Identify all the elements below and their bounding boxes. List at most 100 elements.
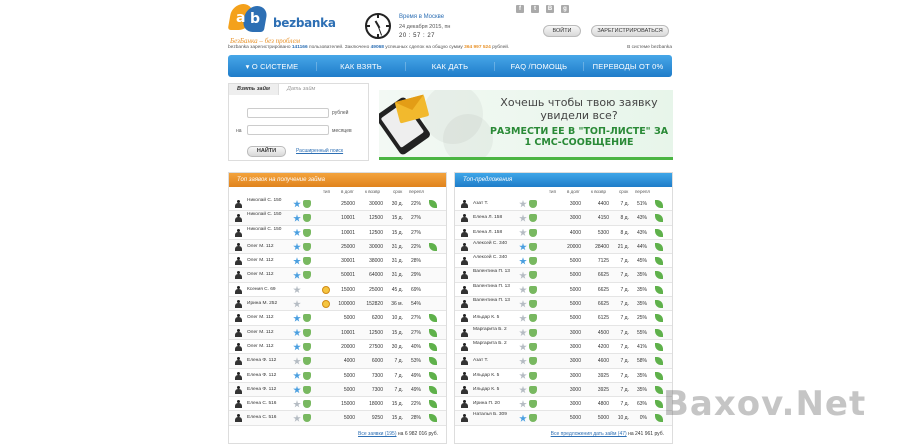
user-name[interactable]: Маргарита Б. 2 <box>473 341 517 347</box>
facebook-icon[interactable]: f <box>516 5 524 13</box>
panel-title: Топ-предложения <box>455 173 672 187</box>
table-row[interactable]: Елена С. 516 15000 18000 15 д. 22% <box>229 397 446 412</box>
google-plus-icon[interactable]: g <box>561 5 569 13</box>
nav-about[interactable]: ▾ О СИСТЕМЕ <box>228 61 317 71</box>
table-row[interactable]: Елена Л. 158 4000 5300 8 д. 43% <box>455 226 672 240</box>
avatar <box>461 357 468 366</box>
table-footer: Все предложения дать займ (47) на 241 96… <box>551 431 664 437</box>
user-name[interactable]: Олег М. 112 <box>247 272 291 278</box>
user-name[interactable]: Ксения С. 69 <box>247 287 291 293</box>
table-row[interactable]: Елена Л. 158 3000 4150 8 д. 43% <box>455 211 672 226</box>
overpay-percent: 29% <box>410 272 421 279</box>
user-name[interactable]: Елена Л. 158 <box>473 215 517 221</box>
table-row[interactable]: Азат Т. 3000 4400 7 д. 51% <box>455 197 672 212</box>
user-name[interactable]: Елена Л. 158 <box>473 230 517 236</box>
table-row[interactable]: Олег М. 112 30001 38000 31 д. 28% <box>229 254 446 269</box>
table-row[interactable]: Маргарита Б. 2 3000 4200 7 д. 41% <box>455 340 672 355</box>
table-row[interactable]: Валентина П. 13 5000 6625 7 д. 35% <box>455 268 672 283</box>
loan-term: 7 д. <box>394 358 403 365</box>
tab-give-loan[interactable]: Дать займ <box>279 84 323 95</box>
amount-return: 7300 <box>371 372 383 379</box>
user-name[interactable]: Алексей С. 340 <box>473 241 517 247</box>
register-button[interactable]: ЗАРЕГИСТРИРОВАТЬСЯ <box>591 25 669 37</box>
user-name[interactable]: Наталья Б. 309 <box>473 412 517 418</box>
user-name[interactable]: Елена Ф. 112 <box>247 358 291 364</box>
table-row[interactable]: Ирина П. 20 3000 4800 7 д. 63% <box>455 397 672 412</box>
table-row[interactable]: Ильдар К. 5 5000 6125 7 д. 25% <box>455 311 672 326</box>
table-row[interactable]: Маргарита Б. 2 3000 4500 7 д. 55% <box>455 325 672 340</box>
overpay-percent: 51% <box>636 201 647 207</box>
login-button[interactable]: ВОЙТИ <box>543 25 581 37</box>
table-row[interactable]: Олег М. 112 10001 12500 15 д. 27% <box>229 325 446 340</box>
table-row[interactable]: Николай С. 150 25000 30000 30 д. 22% <box>229 197 446 212</box>
user-name[interactable]: Ильдар К. 5 <box>473 373 517 379</box>
user-name[interactable]: Олег М. 112 <box>247 344 291 350</box>
table-body: Николай С. 150 25000 30000 30 д. 22% Николай … <box>229 197 446 426</box>
all-offers-link[interactable]: Все предложения дать займ (47) <box>551 431 627 437</box>
user-name[interactable]: Ирина П. 20 <box>473 401 517 407</box>
find-button[interactable]: НАЙТИ <box>247 146 286 157</box>
table-row[interactable]: Валентина П. 13 5000 6625 7 д. 35% <box>455 283 672 298</box>
loan-term: 15 д. <box>391 401 403 408</box>
user-name[interactable]: Елена С. 516 <box>247 415 291 421</box>
user-name[interactable]: Елена С. 516 <box>247 401 291 407</box>
vkontakte-icon[interactable]: B <box>546 5 554 13</box>
user-name[interactable]: Валентина П. 13 <box>473 269 517 275</box>
user-name[interactable]: Маргарита Б. 2 <box>473 327 517 333</box>
verified-shield-icon <box>529 300 537 309</box>
table-row[interactable]: Наталья Б. 309 5000 5000 10 д. 0% <box>455 411 672 426</box>
nav-how-to-borrow[interactable]: КАК ВЗЯТЬ <box>317 61 406 71</box>
table-row[interactable]: Алексей С. 340 5000 7125 7 д. 45% <box>455 254 672 269</box>
table-row[interactable]: Азат Т. 3000 4600 7 д. 58% <box>455 354 672 369</box>
user-name[interactable]: Ильдар К. 5 <box>473 387 517 393</box>
table-row[interactable]: Николай С. 150 10001 12500 15 д. 27% <box>229 211 446 226</box>
user-name[interactable]: Олег М. 112 <box>247 258 291 264</box>
table-row[interactable]: Олег М. 112 20000 27500 30 д. 40% <box>229 340 446 355</box>
user-name[interactable]: Олег М. 112 <box>247 244 291 250</box>
table-row[interactable]: Николай С. 150 10001 12500 15 д. 27% <box>229 226 446 240</box>
table-row[interactable]: Елена С. 516 5000 9250 15 д. 28% <box>229 411 446 426</box>
amount-input[interactable] <box>247 108 329 118</box>
amount-return: 30000 <box>369 201 383 207</box>
user-name[interactable]: Николай С. 150 <box>247 227 291 233</box>
table-row[interactable]: Елена Ф. 112 5000 7300 7 д. 49% <box>229 369 446 383</box>
nav-faq[interactable]: FAQ /ПОМОЩЬ <box>495 61 584 71</box>
promo-banner[interactable]: Хочешь чтобы твою заявку увидели все? Ра… <box>379 90 673 160</box>
table-row[interactable]: Ильдар К. 5 3000 3925 7 д. 35% <box>455 369 672 383</box>
user-name[interactable]: Валентина П. 13 <box>473 298 517 304</box>
table-row[interactable]: Олег М. 112 5000 6200 10 д. 27% <box>229 311 446 326</box>
user-name[interactable]: Олег М. 112 <box>247 330 291 336</box>
user-name[interactable]: Ильдар К. 5 <box>473 315 517 321</box>
nav-transfers[interactable]: ПЕРЕВОДЫ ОТ 0% <box>584 62 672 71</box>
stats-users-count: 141166 <box>291 45 308 50</box>
table-row[interactable]: Олег М. 112 25000 30000 31 д. 22% <box>229 239 446 255</box>
user-name[interactable]: Олег М. 112 <box>247 315 291 321</box>
user-name[interactable]: Алексей С. 340 <box>473 255 517 261</box>
amount-return: 30000 <box>369 243 383 250</box>
table-row[interactable]: Елена Ф. 112 5000 7300 7 д. 49% <box>229 382 446 398</box>
user-name[interactable]: Азат Т. <box>473 358 517 364</box>
table-row[interactable]: Валентина П. 13 5000 6625 7 д. 35% <box>455 297 672 312</box>
user-name[interactable]: Николай С. 150 <box>247 212 291 218</box>
table-row[interactable]: Ксения С. 69 15000 25000 45 д. 69% <box>229 283 446 298</box>
user-name[interactable]: Елена Ф. 112 <box>247 373 291 379</box>
avatar <box>461 300 468 309</box>
table-row[interactable]: Олег М. 112 50001 64000 31 д. 29% <box>229 268 446 283</box>
all-requests-link[interactable]: Все заявки (195) <box>358 431 396 437</box>
tab-take-loan[interactable]: Взять займ <box>229 84 279 95</box>
table-row[interactable]: Ирина М. 252 100000 152820 36 м. 54% <box>229 297 446 312</box>
nav-how-to-lend[interactable]: КАК ДАТЬ <box>406 61 495 71</box>
user-name[interactable]: Валентина П. 13 <box>473 284 517 290</box>
user-name[interactable]: Азат Т. <box>473 201 517 207</box>
table-row[interactable]: Ильдар К. 5 3000 3925 7 д. 35% <box>455 382 672 398</box>
user-name[interactable]: Николай С. 150 <box>247 198 291 204</box>
watermark: Baxov.Net <box>663 384 867 424</box>
table-row[interactable]: Елена Ф. 112 4000 6000 7 д. 53% <box>229 354 446 369</box>
loan-term: 7 д. <box>620 343 629 350</box>
term-input[interactable] <box>247 125 329 135</box>
user-name[interactable]: Ирина М. 252 <box>247 301 291 307</box>
advanced-search-link[interactable]: Расширенный поиск <box>296 148 343 154</box>
user-name[interactable]: Елена Ф. 112 <box>247 387 291 393</box>
table-row[interactable]: Алексей С. 340 20000 28400 21 д. 44% <box>455 239 672 255</box>
twitter-icon[interactable]: t <box>531 5 539 13</box>
